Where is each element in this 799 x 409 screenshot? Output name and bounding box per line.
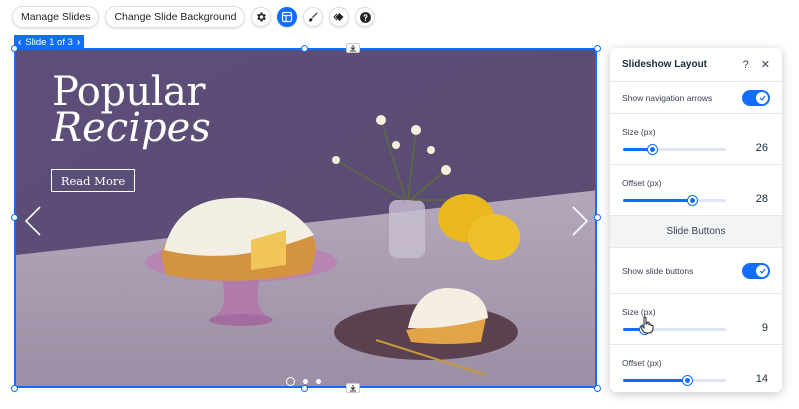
- check-icon: [759, 268, 765, 274]
- panel-header: Slideshow Layout ? ✕: [610, 48, 782, 82]
- read-more-button[interactable]: Read More: [51, 169, 135, 192]
- panel-title: Slideshow Layout: [622, 59, 708, 70]
- arrow-size-slider[interactable]: [623, 145, 726, 154]
- download-arrow-icon: [350, 44, 356, 51]
- slider-fill: [623, 379, 687, 382]
- slide-buttons-toggle[interactable]: [742, 262, 770, 279]
- check-icon: [759, 95, 765, 101]
- resize-handle[interactable]: [594, 45, 601, 52]
- resize-handle[interactable]: [301, 45, 308, 52]
- slide-buttons-label: Show slide buttons: [622, 265, 694, 276]
- arrow-size-value[interactable]: 26: [756, 142, 768, 154]
- resize-handle[interactable]: [11, 385, 18, 392]
- nav-arrows-toggle[interactable]: [742, 89, 770, 106]
- button-size-value[interactable]: 9: [762, 322, 768, 334]
- toggle-knob: [756, 264, 768, 277]
- resize-handle[interactable]: [11, 214, 18, 221]
- button-offset-value[interactable]: 14: [756, 373, 768, 385]
- design-button[interactable]: [303, 7, 324, 27]
- manage-slides-button[interactable]: Manage Slides: [12, 6, 100, 28]
- download-arrow-icon: [350, 384, 356, 391]
- help-button[interactable]: [355, 7, 376, 27]
- panel-help-button[interactable]: ?: [743, 59, 749, 71]
- slideshow-layout-panel: Slideshow Layout ? ✕ Show navigation arr…: [610, 48, 782, 392]
- slide-title-line2: Recipes: [52, 105, 211, 151]
- slide-dot[interactable]: [303, 379, 308, 384]
- slide-prev-arrow-icon[interactable]: [24, 205, 42, 237]
- animation-button[interactable]: [329, 7, 350, 27]
- design-brush-icon: [308, 12, 318, 22]
- previous-slide-button[interactable]: ‹: [18, 37, 21, 48]
- layout-button[interactable]: [277, 7, 298, 27]
- slideshow-toolbar: Manage Slides Change Slide Background: [12, 6, 376, 28]
- arrow-offset-row: Offset (px) 28: [610, 165, 782, 216]
- change-slide-background-button[interactable]: Change Slide Background: [105, 6, 246, 28]
- nav-arrows-row: Show navigation arrows: [610, 82, 782, 114]
- arrow-offset-value[interactable]: 28: [756, 193, 768, 205]
- resize-handle[interactable]: [11, 45, 18, 52]
- layout-icon: [282, 11, 293, 23]
- button-offset-slider[interactable]: [623, 376, 726, 385]
- settings-button[interactable]: [251, 7, 272, 27]
- arrow-offset-label: Offset (px): [622, 178, 662, 188]
- slide-counter-label: Slide 1 of 3: [25, 36, 73, 48]
- arrow-size-label: Size (px): [622, 127, 656, 137]
- button-size-slider[interactable]: [623, 325, 726, 334]
- resize-handle[interactable]: [594, 385, 601, 392]
- slide-dot[interactable]: [316, 379, 321, 384]
- hand-pointer-icon: [640, 316, 654, 334]
- slide-title[interactable]: Popular Recipes: [52, 72, 211, 148]
- slider-handle[interactable]: [688, 196, 697, 205]
- slide-buttons-row: Show slide buttons: [610, 248, 782, 294]
- slide-dot[interactable]: [286, 377, 295, 386]
- slider-handle[interactable]: [647, 145, 657, 154]
- stretch-handle[interactable]: [346, 383, 360, 393]
- toggle-knob: [756, 91, 768, 104]
- next-slide-button[interactable]: ›: [77, 37, 80, 48]
- gear-icon: [257, 12, 267, 22]
- nav-arrows-label: Show navigation arrows: [622, 92, 713, 103]
- resize-handle[interactable]: [594, 214, 601, 221]
- slide-counter-tab: ‹ Slide 1 of 3 ›: [14, 35, 85, 49]
- slider-fill: [623, 199, 692, 202]
- panel-close-button[interactable]: ✕: [761, 58, 770, 71]
- slideshow-slide[interactable]: Popular Recipes Read More: [14, 48, 597, 388]
- slide-next-arrow-icon[interactable]: [571, 205, 589, 237]
- button-offset-row: Offset (px) 14: [610, 345, 782, 392]
- button-size-row: Size (px) 9: [610, 294, 782, 345]
- help-icon: [360, 11, 371, 23]
- stretch-handle[interactable]: [346, 43, 360, 53]
- button-offset-label: Offset (px): [622, 358, 662, 368]
- arrow-size-row: Size (px) 26: [610, 114, 782, 165]
- animation-icon: [333, 13, 344, 21]
- slider-handle[interactable]: [682, 376, 692, 385]
- resize-handle[interactable]: [301, 385, 308, 392]
- arrow-offset-slider[interactable]: [623, 196, 726, 205]
- slide-buttons-section-header: Slide Buttons: [610, 216, 782, 248]
